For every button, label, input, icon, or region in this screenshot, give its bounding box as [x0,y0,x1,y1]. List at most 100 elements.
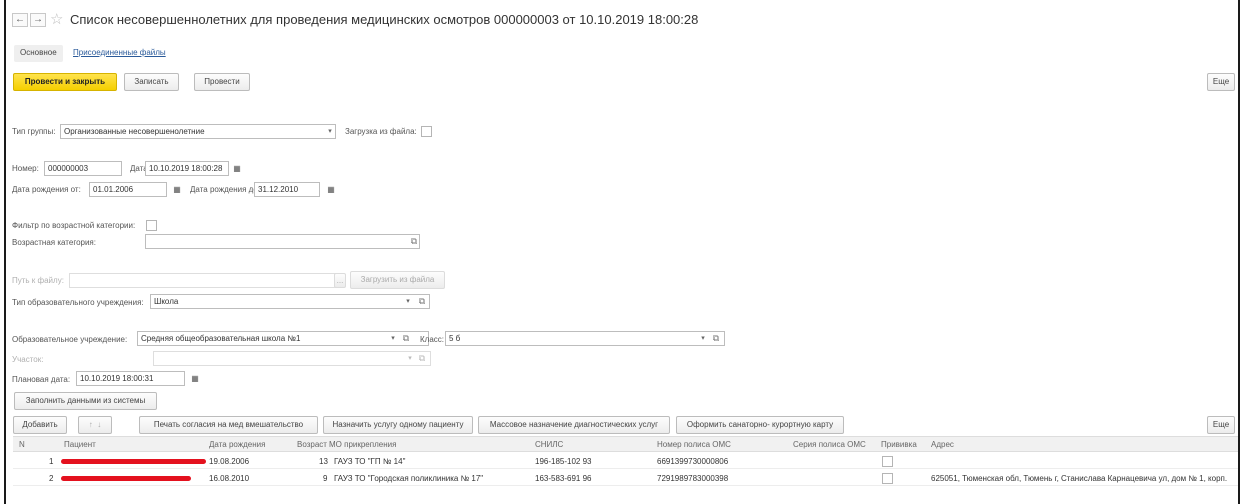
chevron-down-icon[interactable]: ▾ [324,125,336,138]
planned-date-field[interactable]: 10.10.2019 18:00:31 [76,371,185,386]
class-select[interactable]: 5 б [445,331,725,346]
col-birth[interactable]: Дата рождения [209,440,265,449]
vaccination-checkbox[interactable] [882,456,893,467]
group-type-select[interactable]: Организованные несовершенолетние [60,124,336,139]
age-category-label: Возрастная категория: [12,238,96,247]
favorite-star-icon[interactable]: ☆ [50,10,63,28]
load-from-file-label: Загрузка из файла: [345,127,417,136]
col-mo[interactable]: МО прикрепления [329,440,396,449]
add-button[interactable]: Добавить [13,416,67,434]
mass-assign-button[interactable]: Массовое назначение диагностических услу… [478,416,670,434]
group-type-value: Организованные несовершенолетние [64,127,205,136]
birth-to-label: Дата рождения до: [190,185,260,194]
cell-policy: 6691399730000806 [657,457,729,466]
redaction-mark [61,459,206,464]
file-path-field[interactable] [69,273,344,288]
browse-button[interactable]: ... [334,273,346,288]
col-age[interactable]: Возраст [297,440,327,449]
col-vaccination[interactable]: Прививка [881,440,917,449]
calendar-icon[interactable]: ▦ [188,371,202,386]
open-icon[interactable]: ⧉ [416,295,428,308]
edu-label: Образовательное учреждение: [12,335,128,344]
cell-birth: 16.08.2010 [209,474,250,483]
open-icon[interactable]: ⧉ [408,235,420,248]
save-button[interactable]: Записать [124,73,179,91]
number-label: Номер: [12,164,39,173]
planned-date-label: Плановая дата: [12,375,71,384]
site-label: Участок: [12,355,44,364]
page-title: Список несовершеннолетних для проведения… [70,12,699,27]
vaccination-checkbox[interactable] [882,473,893,484]
cell-age: 9 [323,474,328,483]
birth-from-label: Дата рождения от: [12,185,81,194]
cell-n: 2 [49,474,54,483]
chevron-down-icon[interactable]: ▾ [697,332,709,345]
back-button[interactable]: ← [12,13,28,27]
file-path-label: Путь к файлу: [12,276,64,285]
load-from-file-button[interactable]: Загрузить из файла [350,271,445,289]
open-icon[interactable]: ⧉ [416,352,428,365]
col-patient[interactable]: Пациент [64,440,96,449]
fill-from-system-button[interactable]: Заполнить данными из системы [14,392,157,410]
birth-to-field[interactable]: 31.12.2010 [254,182,320,197]
number-field[interactable]: 000000003 [44,161,122,176]
chevron-down-icon[interactable]: ▾ [387,332,399,345]
tab-main[interactable]: Основное [14,45,63,62]
open-icon[interactable]: ⧉ [400,332,412,345]
class-label: Класс: [420,335,444,344]
back-arrow-icon: ← [15,14,25,25]
chevron-down-icon[interactable]: ▾ [402,295,414,308]
arrow-up-icon[interactable]: ↑ [89,420,93,429]
cell-snils: 163-583-691 96 [535,474,592,483]
col-series[interactable]: Серия полиса ОМС [793,440,866,449]
assign-one-button[interactable]: Назначить услугу одному пациенту [323,416,473,434]
number-value: 000000003 [48,164,89,173]
cell-mo: ГАУЗ ТО "Городская поликлиника № 17" [334,474,484,483]
date-field[interactable]: 10.10.2019 18:00:28 [145,161,229,176]
site-select[interactable] [153,351,431,366]
edu-value: Средняя общеобразовательная школа №1 [141,334,301,343]
table-row[interactable]: 1 19.08.2006 13 ГАУЗ ТО "ГП № 14" 196-18… [13,453,1238,469]
group-type-label: Тип группы: [12,127,56,136]
calendar-icon[interactable]: ▦ [324,182,338,197]
cell-snils: 196-185-102 93 [535,457,592,466]
edu-type-label: Тип образовательного учреждения: [12,298,144,307]
cell-address: 625051, Тюменская обл, Тюмень г, Станисл… [931,474,1228,483]
age-filter-label: Фильтр по возрастной категории: [12,221,136,230]
sanatorium-card-button[interactable]: Оформить санаторно- курортную карту [676,416,844,434]
table-more-button[interactable]: Еще [1207,416,1235,434]
col-snils[interactable]: СНИЛС [535,440,563,449]
forward-button[interactable]: → [30,13,46,27]
load-from-file-checkbox[interactable] [421,126,432,137]
class-value: 5 б [449,334,461,343]
table-row[interactable]: 2 16.08.2010 9 ГАУЗ ТО "Городская поликл… [13,470,1238,486]
redaction-mark [61,476,191,481]
tab-attached-files[interactable]: Присоединенные файлы [67,45,172,62]
birth-to-value: 31.12.2010 [258,185,299,194]
cell-n: 1 [49,457,54,466]
date-value: 10.10.2019 18:00:28 [149,164,223,173]
planned-date-value: 10.10.2019 18:00:31 [80,374,154,383]
move-buttons[interactable]: ↑ ↓ [78,416,112,434]
arrow-down-icon[interactable]: ↓ [97,420,101,429]
birth-from-field[interactable]: 01.01.2006 [89,182,167,197]
table-header: N Пациент Дата рождения Возраст МО прикр… [13,436,1238,452]
cell-mo: ГАУЗ ТО "ГП № 14" [334,457,406,466]
open-icon[interactable]: ⧉ [710,332,722,345]
col-policy[interactable]: Номер полиса ОМС [657,440,731,449]
calendar-icon[interactable]: ▦ [170,182,184,197]
age-category-field[interactable] [145,234,420,249]
calendar-icon[interactable]: ▦ [230,161,244,176]
more-button[interactable]: Еще [1207,73,1235,91]
age-filter-checkbox[interactable] [146,220,157,231]
post-and-close-button[interactable]: Провести и закрыть [13,73,117,91]
col-address[interactable]: Адрес [931,440,954,449]
birth-from-value: 01.01.2006 [93,185,134,194]
col-n[interactable]: N [19,440,25,449]
print-consent-button[interactable]: Печать согласия на мед вмешательство [139,416,318,434]
edu-type-select[interactable]: Школа [150,294,430,309]
cell-birth: 19.08.2006 [209,457,250,466]
chevron-down-icon[interactable]: ▾ [404,352,416,365]
edu-select[interactable]: Средняя общеобразовательная школа №1 [137,331,429,346]
post-button[interactable]: Провести [194,73,250,91]
